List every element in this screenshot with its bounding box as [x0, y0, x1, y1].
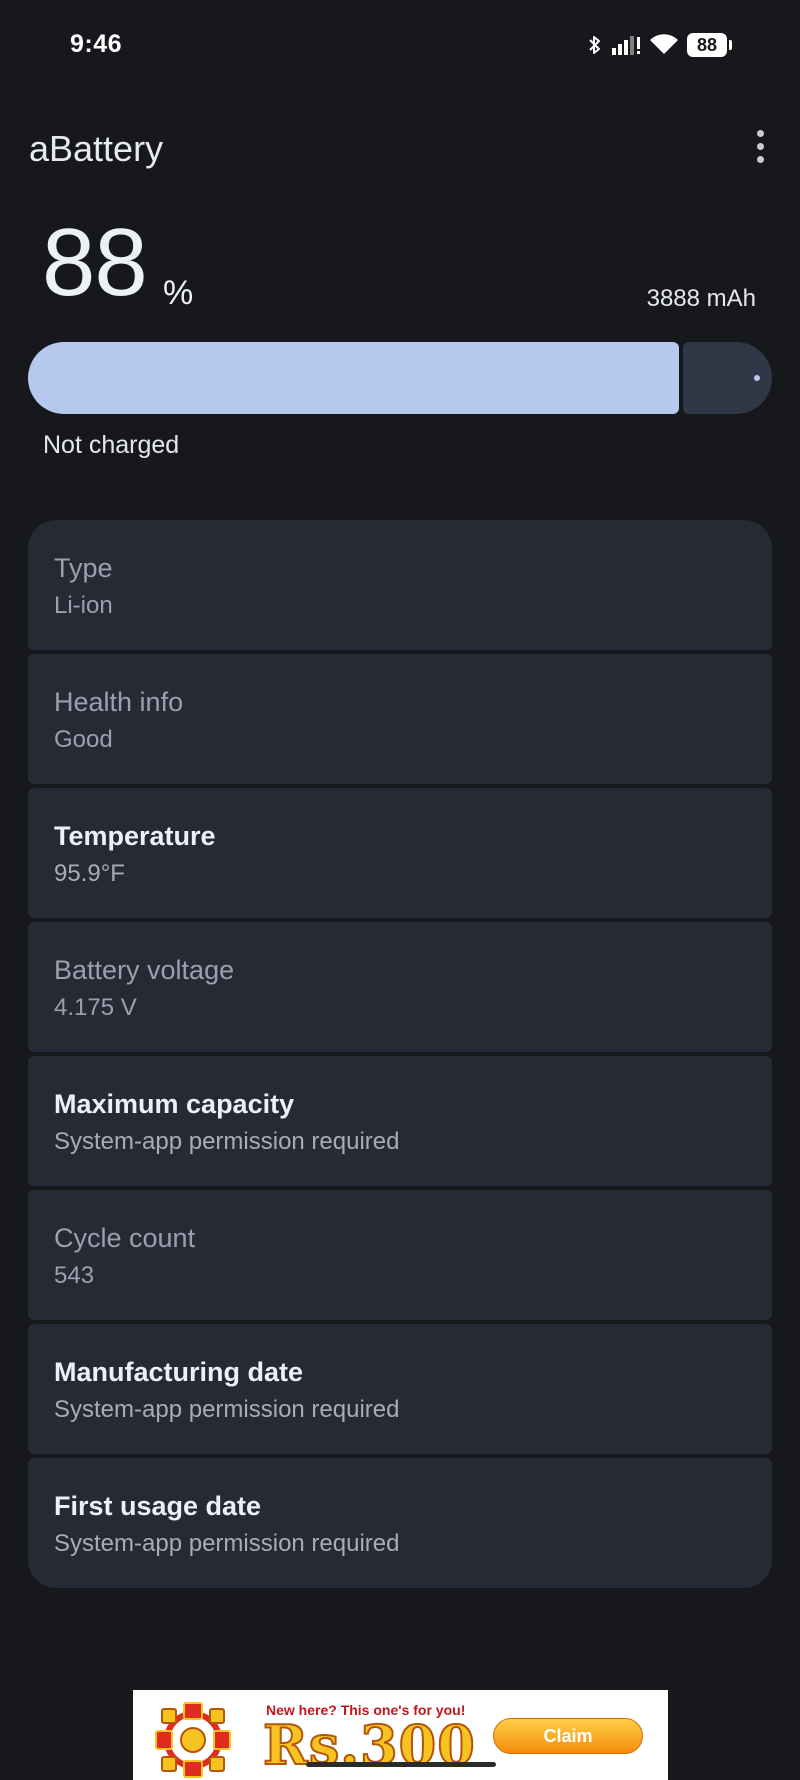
info-card-cycle-count[interactable]: Cycle count 543	[28, 1190, 772, 1320]
info-value: System-app permission required	[54, 1396, 400, 1424]
info-label: First usage date	[54, 1491, 262, 1521]
info-value: Li-ion	[54, 592, 113, 620]
gesture-nav-handle[interactable]	[306, 1762, 496, 1767]
level-end-dot	[754, 375, 760, 381]
charge-status: Not charged	[43, 431, 180, 459]
gift-wheel-icon	[153, 1700, 233, 1780]
status-bar: 9:46 88	[0, 0, 800, 90]
info-label: Battery voltage	[54, 955, 235, 985]
bluetooth-icon	[587, 34, 603, 56]
ad-claim-button[interactable]: Claim	[493, 1718, 643, 1754]
battery-capacity: 3888 mAh	[646, 285, 756, 312]
info-card-voltage[interactable]: Battery voltage 4.175 V	[28, 922, 772, 1052]
info-label: Type	[54, 553, 113, 583]
percent-sign: %	[163, 274, 194, 312]
status-time: 9:46	[70, 30, 123, 58]
info-card-max-capacity[interactable]: Maximum capacity System-app permission r…	[28, 1056, 772, 1186]
battery-level-track	[683, 342, 772, 414]
info-label: Health info	[54, 687, 184, 717]
info-value: 543	[54, 1262, 95, 1290]
status-icons: 88	[587, 30, 732, 60]
screen: 9:46 88 aBattery 88 % 3888 mAh Not charg…	[0, 0, 800, 1780]
battery-percent: 88	[42, 209, 148, 316]
app-title: aBattery	[29, 128, 164, 169]
info-value: 4.175 V	[54, 994, 137, 1022]
info-value: 95.9°F	[54, 860, 125, 888]
battery-level-fill	[28, 342, 679, 414]
info-label: Maximum capacity	[54, 1089, 295, 1119]
battery-icon: 88	[687, 33, 727, 57]
battery-nub	[729, 40, 732, 50]
wifi-icon	[649, 34, 679, 56]
signal-icon	[611, 34, 641, 56]
info-value: System-app permission required	[54, 1128, 400, 1156]
battery-info-list: Type Li-ion Health info Good Temperature…	[28, 520, 772, 1588]
more-vert-icon[interactable]	[740, 126, 780, 166]
info-card-type[interactable]: Type Li-ion	[28, 520, 772, 650]
info-value: System-app permission required	[54, 1530, 400, 1558]
info-label: Cycle count	[54, 1223, 196, 1253]
info-label: Temperature	[54, 821, 216, 851]
info-card-manufacturing-date[interactable]: Manufacturing date System-app permission…	[28, 1324, 772, 1454]
battery-level-bar	[28, 342, 772, 414]
info-card-first-usage-date[interactable]: First usage date System-app permission r…	[28, 1458, 772, 1588]
info-value: Good	[54, 726, 113, 754]
info-card-temperature[interactable]: Temperature 95.9°F	[28, 788, 772, 918]
battery-level-text: 88	[696, 34, 718, 55]
info-card-health[interactable]: Health info Good	[28, 654, 772, 784]
info-label: Manufacturing date	[54, 1357, 304, 1387]
